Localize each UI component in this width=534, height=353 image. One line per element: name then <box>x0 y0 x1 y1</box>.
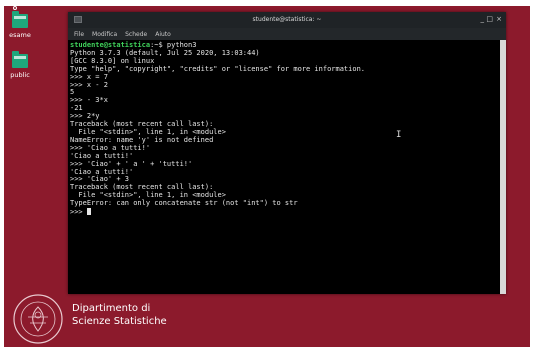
terminal-line: >>> 'Ciao a tutti!' <box>70 143 151 152</box>
prompt-user: studente@statistica <box>70 41 151 49</box>
department-line-2: Scienze Statistiche <box>72 315 167 327</box>
prompt-command: :~$ python3 <box>150 41 197 49</box>
close-button[interactable]: × <box>496 15 502 23</box>
window-titlebar[interactable]: studente@statistica: ~ _ □ × <box>68 12 506 28</box>
menu-bar: File Modifica Schede Aiuto <box>68 28 506 40</box>
desktop-icon-label: public <box>10 71 30 79</box>
desktop-icon-label: esame <box>9 31 31 39</box>
terminal-line: >>> - 3*x <box>70 96 108 105</box>
terminal-window[interactable]: studente@statistica: ~ _ □ × File Modifi… <box>68 12 506 294</box>
menu-item-aiuto[interactable]: Aiuto <box>155 31 171 38</box>
terminal-line: -21 <box>70 104 83 113</box>
terminal-line: 5 <box>70 88 75 97</box>
text-cursor <box>86 208 91 216</box>
menu-item-modifica[interactable]: Modifica <box>92 31 117 38</box>
folder-icon <box>12 51 28 68</box>
active-prompt-line[interactable]: >>> <box>70 208 498 217</box>
terminal-output[interactable]: studente@statistica:~$ python3 Python 3.7… <box>68 40 500 294</box>
terminal-line: Type "help", "copyright", "credits" or "… <box>70 64 366 73</box>
department-line-1: Dipartimento di <box>72 303 151 314</box>
ibeam-cursor-icon: I <box>396 130 402 140</box>
desktop-icon-public[interactable]: public <box>0 51 40 79</box>
python-prompt: >>> <box>70 208 87 217</box>
minimize-button[interactable]: _ <box>481 15 485 23</box>
terminal-line: >>> x = 7 <box>70 72 108 81</box>
terminal-line: >>> 'Ciao' + ' a ' + 'tutti!' <box>70 159 193 168</box>
folder-icon <box>12 11 28 28</box>
maximize-button[interactable]: □ <box>486 15 493 23</box>
menu-item-file[interactable]: File <box>74 31 84 38</box>
university-seal-logo <box>13 294 63 344</box>
terminal-line: TypeError: can only concatenate str (not… <box>70 199 298 208</box>
department-name: Dipartimento di Scienze Statistiche <box>72 303 167 328</box>
menu-item-schede[interactable]: Schede <box>125 31 147 38</box>
workspace-indicator-icon <box>13 6 17 10</box>
terminal-line: 'Ciao a tutti!' <box>70 167 134 176</box>
terminal-line: >>> x - 2 <box>70 80 108 89</box>
desktop-icon-esame[interactable]: esame <box>0 11 40 39</box>
terminal-scrollbar[interactable] <box>500 40 506 294</box>
terminal-lines: Python 3.7.3 (default, Jul 25 2020, 13:0… <box>70 49 498 208</box>
window-title: studente@statistica: ~ <box>252 16 322 23</box>
